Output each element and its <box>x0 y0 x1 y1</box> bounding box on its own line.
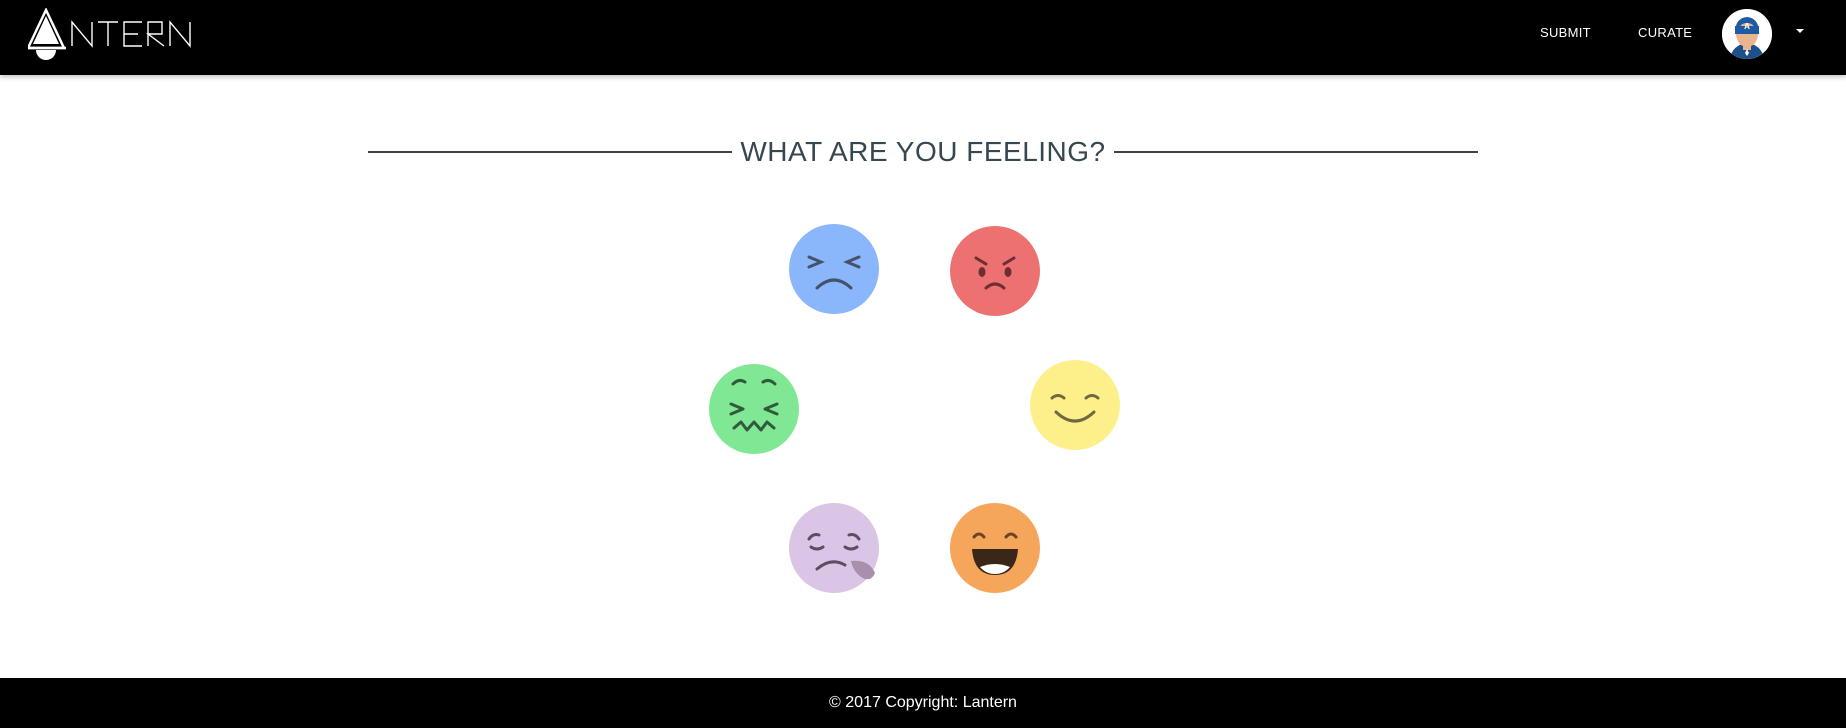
nauseated-face-icon <box>709 364 799 454</box>
laughing-face-icon <box>950 503 1040 593</box>
page-title: WHAT ARE YOU FEELING? <box>740 136 1106 167</box>
emotion-sick-button[interactable] <box>709 364 799 454</box>
heading-row: WHAT ARE YOU FEELING? <box>368 132 1479 172</box>
divider-right <box>1113 151 1479 153</box>
smiling-face-icon <box>1030 360 1120 450</box>
svg-text:A: A <box>1744 22 1750 31</box>
copyright-text: © 2017 Copyright: Lantern <box>829 694 1017 711</box>
submit-link[interactable]: SUBMIT <box>1540 25 1591 40</box>
curate-link[interactable]: CURATE <box>1638 25 1692 40</box>
emotion-sad-button[interactable] <box>789 224 879 314</box>
avatar[interactable]: A <box>1722 9 1772 59</box>
brand-logo[interactable] <box>28 8 194 64</box>
caret-down-icon[interactable] <box>1796 29 1804 33</box>
captain-america-avatar-icon: A <box>1722 9 1772 59</box>
emotion-tired-button[interactable] <box>789 503 879 593</box>
sleepy-face-icon <box>789 503 879 593</box>
emotion-angry-button[interactable] <box>950 226 1040 316</box>
emotion-excited-button[interactable] <box>950 503 1040 593</box>
lantern-logo-icon <box>28 8 191 60</box>
divider-left <box>368 151 733 153</box>
footer: © 2017 Copyright: Lantern <box>0 678 1846 728</box>
emotion-happy-button[interactable] <box>1030 360 1120 450</box>
angry-face-icon <box>950 226 1040 316</box>
navbar: SUBMIT CURATE A <box>0 0 1846 75</box>
sad-face-icon <box>789 224 879 314</box>
